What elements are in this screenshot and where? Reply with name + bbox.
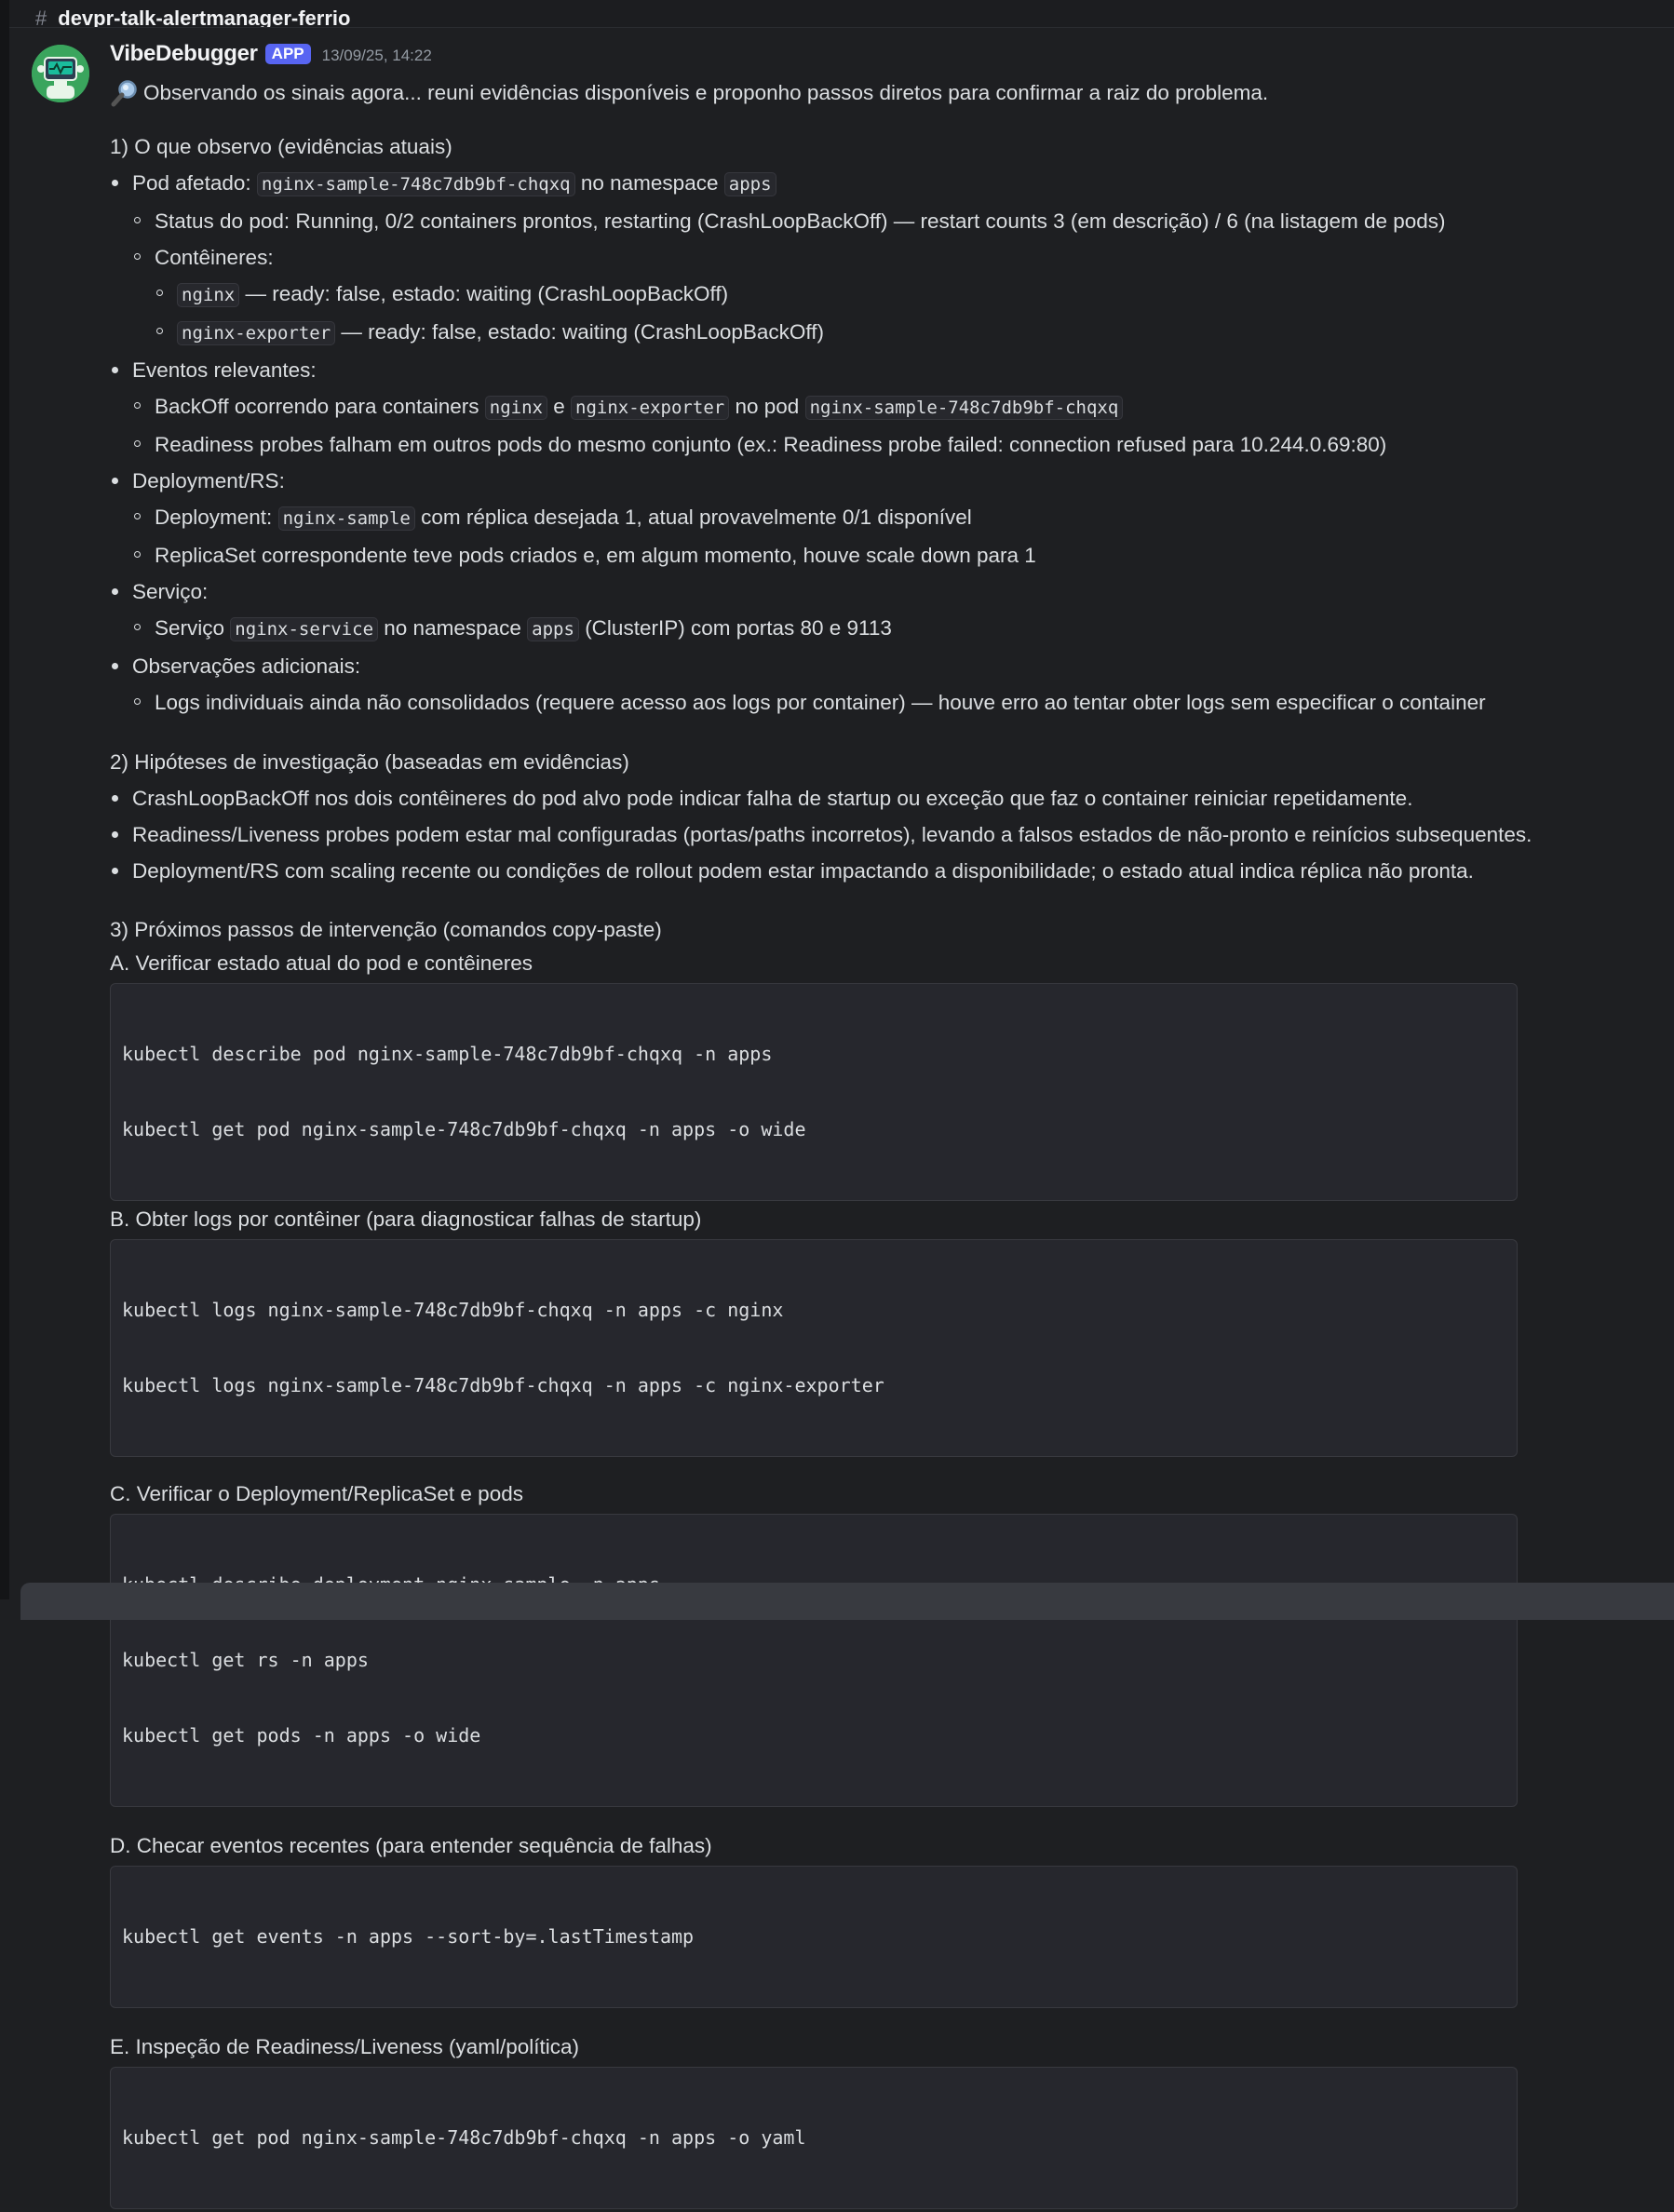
containers-label: Contêineres: [155, 246, 274, 269]
channel-hash-icon: # [35, 7, 47, 28]
service-label: Serviço: [132, 580, 209, 603]
list-item: Observações adicionais: Logs individuais… [110, 648, 1627, 721]
code-line: kubectl get pod nginx-sample-748c7db9bf-… [122, 1118, 806, 1140]
observations-label: Observações adicionais: [132, 654, 361, 678]
sub-list: BackOff ocorrendo para containers nginx … [132, 388, 1627, 463]
pod-label: Pod afetado: [132, 171, 251, 195]
server-sidebar-edge [0, 0, 9, 1599]
event-1-mid: no pod [735, 395, 800, 418]
service-post: (ClusterIP) com portas 80 e 9113 [585, 616, 892, 640]
inline-code: nginx-service [230, 617, 379, 641]
message-content: VibeDebugger APP 13/09/25, 14:22 Observa… [110, 41, 1627, 2212]
sub-list: Status do pod: Running, 0/2 containers p… [132, 203, 1627, 352]
intro-line: Observando os sinais agora... reuni evid… [110, 74, 1627, 111]
event-1-text: BackOff ocorrendo para containers [155, 395, 479, 418]
code-line: kubectl describe pod nginx-sample-748c7d… [122, 1043, 773, 1065]
message-header: VibeDebugger APP 13/09/25, 14:22 [110, 41, 1627, 74]
inline-code: nginx-exporter [177, 321, 336, 345]
list-item: Deployment: nginx-sample com réplica des… [132, 499, 1627, 537]
step-e-title: E. Inspeção de Readiness/Liveness (yaml/… [110, 2035, 580, 2058]
evidence-list: Pod afetado: nginx-sample-748c7db9bf-chq… [110, 165, 1627, 721]
channel-header: # devpr-talk-alertmanager-ferrio [9, 0, 1674, 28]
list-item: Pod afetado: nginx-sample-748c7db9bf-chq… [110, 165, 1627, 352]
inline-code: nginx-sample-748c7db9bf-chqxq [804, 396, 1124, 420]
inline-code: nginx-sample-748c7db9bf-chqxq [256, 172, 575, 196]
username[interactable]: VibeDebugger [110, 41, 258, 67]
code-line: kubectl get events -n apps --sort-by=.la… [122, 1925, 695, 1948]
code-block[interactable]: kubectl describe deployment nginx-sample… [110, 1514, 1518, 1807]
code-block[interactable]: kubectl get events -n apps --sort-by=.la… [110, 1866, 1518, 2008]
avatar[interactable] [32, 45, 89, 102]
list-item: Serviço nginx-service no namespace apps … [132, 610, 1627, 648]
list-item: BackOff ocorrendo para containers nginx … [132, 388, 1627, 426]
list-item: ReplicaSet correspondente teve pods cria… [132, 537, 1627, 573]
timestamp[interactable]: 13/09/25, 14:22 [322, 47, 432, 65]
hypotheses-list: CrashLoopBackOff nos dois contêineres do… [110, 780, 1627, 889]
list-item: Deployment/RS com scaling recente ou con… [110, 853, 1627, 889]
message-body: Observando os sinais agora... reuni evid… [110, 74, 1627, 2209]
service-mid: no namespace [384, 616, 521, 640]
list-item: Logs individuais ainda não consolidados … [132, 684, 1627, 721]
container-2-text: — ready: false, estado: waiting (CrashLo… [341, 320, 825, 344]
code-line: kubectl logs nginx-sample-748c7db9bf-chq… [122, 1374, 884, 1396]
inline-code: apps [723, 172, 776, 196]
intro-text: Observando os sinais agora... reuni evid… [143, 81, 1269, 104]
deploy-1-post: com réplica desejada 1, atual provavelme… [421, 506, 972, 529]
list-item: Serviço: Serviço nginx-service no namesp… [110, 573, 1627, 648]
code-line: kubectl get pods -n apps -o wide [122, 1724, 481, 1747]
list-item: Status do pod: Running, 0/2 containers p… [132, 203, 1627, 239]
inline-code: apps [527, 617, 579, 641]
event-1-conj: e [553, 395, 565, 418]
magnifier-icon [111, 79, 137, 106]
channel-name[interactable]: devpr-talk-alertmanager-ferrio [58, 7, 350, 27]
sub-sub-list: nginx — ready: false, estado: waiting (C… [155, 276, 1627, 352]
step-a-title: A. Verificar estado atual do pod e contê… [110, 951, 533, 975]
code-block[interactable]: kubectl get pod nginx-sample-748c7db9bf-… [110, 2067, 1518, 2209]
list-item: CrashLoopBackOff nos dois contêineres do… [110, 780, 1627, 816]
step-d-title: D. Checar eventos recentes (para entende… [110, 1834, 712, 1857]
container-1-text: — ready: false, estado: waiting (CrashLo… [245, 282, 729, 305]
inline-code: nginx-exporter [571, 396, 730, 420]
sub-list: Deployment: nginx-sample com réplica des… [132, 499, 1627, 573]
code-line: kubectl logs nginx-sample-748c7db9bf-chq… [122, 1299, 784, 1321]
sub-list: Serviço nginx-service no namespace apps … [132, 610, 1627, 648]
list-item: Deployment/RS: Deployment: nginx-sample … [110, 463, 1627, 573]
app-badge: APP [264, 44, 311, 64]
list-item: nginx — ready: false, estado: waiting (C… [155, 276, 1627, 314]
section-3-title: 3) Próximos passos de intervenção (coman… [110, 918, 662, 941]
code-block[interactable]: kubectl describe pod nginx-sample-748c7d… [110, 983, 1518, 1201]
sub-list: Logs individuais ainda não consolidados … [132, 684, 1627, 721]
list-item: Contêineres: nginx — ready: false, estad… [132, 239, 1627, 352]
code-line: kubectl get pod nginx-sample-748c7db9bf-… [122, 2126, 806, 2149]
inline-code: nginx-sample [277, 506, 415, 531]
events-label: Eventos relevantes: [132, 358, 317, 382]
list-item: nginx-exporter — ready: false, estado: w… [155, 314, 1627, 352]
list-item: Eventos relevantes: BackOff ocorrendo pa… [110, 352, 1627, 463]
message-composer[interactable] [20, 1583, 1674, 1620]
inline-code: nginx [484, 396, 547, 420]
code-block[interactable]: kubectl logs nginx-sample-748c7db9bf-chq… [110, 1239, 1518, 1457]
deploy-label: Deployment/RS: [132, 469, 285, 492]
deploy-1-pre: Deployment: [155, 506, 273, 529]
step-c-title: C. Verificar o Deployment/ReplicaSet e p… [110, 1482, 523, 1505]
list-item: Readiness probes falham em outros pods d… [132, 426, 1627, 463]
robot-avatar-icon [32, 45, 89, 102]
section-2-title: 2) Hipóteses de investigação (baseadas e… [110, 750, 629, 774]
code-line: kubectl get rs -n apps [122, 1649, 369, 1671]
inline-code: nginx [177, 283, 240, 307]
service-pre: Serviço [155, 616, 225, 640]
step-b-title: B. Obter logs por contêiner (para diagno… [110, 1207, 702, 1231]
section-1-title: 1) O que observo (evidências atuais) [110, 135, 452, 158]
pod-ns-text: no namespace [580, 171, 719, 195]
list-item: Readiness/Liveness probes podem estar ma… [110, 816, 1627, 853]
